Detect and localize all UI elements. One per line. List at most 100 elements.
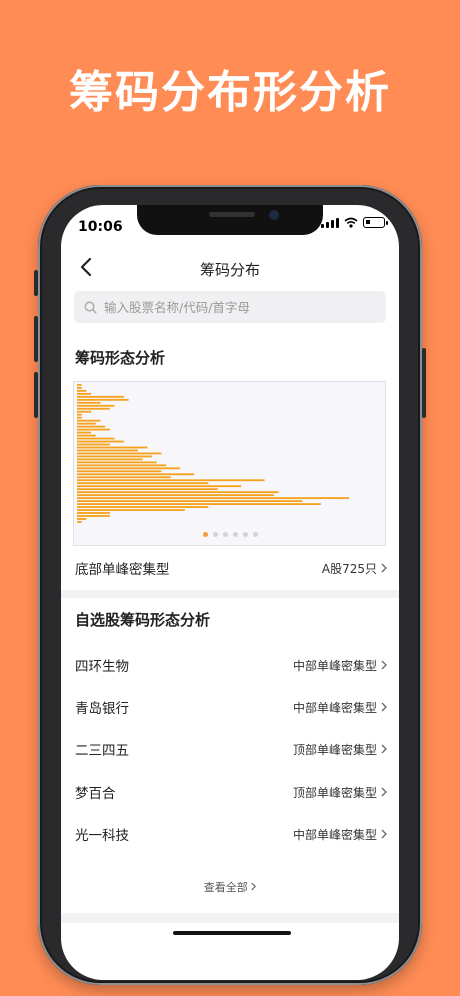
chip-bar: [77, 488, 218, 491]
chip-bar: [77, 500, 303, 503]
headline: 筹码分布形分析: [69, 67, 391, 118]
volume-down-button: [34, 372, 38, 418]
pattern-count-text: A股725只: [321, 561, 377, 576]
watchlist-row[interactable]: 梦百合 顶部单峰密集型: [75, 780, 387, 804]
chip-bar: [77, 467, 181, 470]
home-indicator[interactable]: [173, 931, 291, 935]
chip-bar: [77, 449, 138, 452]
chip-bar: [77, 470, 162, 473]
chip-bar: [77, 515, 110, 517]
chip-bar: [77, 419, 101, 422]
chip-bar: [77, 425, 106, 428]
chip-bar: [77, 443, 110, 446]
notch: [137, 205, 323, 235]
signal-icon: [321, 217, 339, 228]
page-dot[interactable]: [203, 532, 208, 537]
stock-pattern-text: 顶部单峰密集型: [292, 742, 377, 757]
watchlist-row[interactable]: 二三四五 顶部单峰密集型: [75, 737, 387, 761]
stock-pattern-text: 中部单峰密集型: [292, 658, 377, 673]
battery-fill: [366, 220, 370, 224]
watchlist-row[interactable]: 光一科技 中部单峰密集型: [75, 822, 387, 846]
chip-distribution-chart[interactable]: [73, 381, 386, 546]
chip-bar: [77, 404, 115, 407]
chip-bar: [77, 482, 209, 485]
chip-bar: [77, 416, 82, 419]
search-bar[interactable]: [74, 291, 386, 323]
search-input[interactable]: [104, 299, 364, 315]
chip-bar: [77, 494, 274, 497]
chip-bar: [77, 521, 82, 523]
front-camera: [269, 210, 279, 220]
chip-bar: [77, 407, 110, 410]
chip-bar: [77, 440, 124, 443]
stock-pattern: 顶部单峰密集型: [293, 784, 387, 801]
volume-up-button: [34, 316, 38, 362]
nav-bar: 筹码分布: [61, 249, 399, 289]
see-all-link[interactable]: 查看全部: [61, 879, 399, 895]
chip-bar: [77, 401, 101, 404]
chip-bar: [77, 518, 87, 520]
pattern-summary-row[interactable]: 底部单峰密集型 A股725只: [75, 556, 387, 580]
speaker-grille: [209, 212, 255, 217]
stock-name: 四环生物: [75, 659, 129, 675]
chip-bar: [77, 437, 115, 440]
page-title: 筹码分布: [199, 261, 260, 279]
chip-bar: [77, 509, 185, 511]
wifi-icon: [344, 217, 358, 228]
stock-pattern: 中部单峰密集型: [293, 826, 387, 843]
chip-bar: [77, 446, 148, 449]
chip-bar: [77, 395, 124, 398]
chip-bar: [77, 386, 82, 389]
stock-pattern: 中部单峰密集型: [293, 657, 387, 674]
chevron-right-icon: [381, 829, 387, 839]
chip-bar: [77, 410, 92, 413]
pattern-count: A股725只: [322, 560, 387, 577]
chip-bar: [77, 485, 242, 488]
section-divider: [61, 590, 399, 598]
chip-bar: [77, 455, 153, 458]
section-title-chip-pattern: 筹码形态分析: [75, 349, 166, 367]
chip-bar: [77, 473, 195, 476]
chip-bar: [77, 431, 92, 434]
chip-bar: [77, 398, 129, 401]
stock-name: 梦百合: [75, 786, 116, 802]
chip-bar: [77, 461, 157, 464]
chip-bar: [77, 479, 265, 482]
chevron-right-icon: [381, 563, 387, 573]
stock-pattern: 中部单峰密集型: [293, 699, 387, 716]
chip-bar: [77, 476, 171, 479]
chip-bar: [77, 464, 167, 467]
page-dot[interactable]: [223, 532, 228, 537]
power-button: [422, 348, 426, 418]
status-icons: [321, 217, 388, 228]
chip-bar: [77, 428, 110, 431]
page-dot[interactable]: [213, 532, 218, 537]
chip-bar: [77, 422, 96, 425]
section-title-watchlist: 自选股筹码形态分析: [75, 611, 211, 629]
page-dot[interactable]: [243, 532, 248, 537]
watchlist-row[interactable]: 四环生物 中部单峰密集型: [75, 653, 387, 677]
page-dot[interactable]: [233, 532, 238, 537]
status-time: 10:06: [78, 219, 123, 235]
stock-pattern-text: 中部单峰密集型: [292, 700, 377, 715]
see-all-label: 查看全部: [203, 881, 248, 894]
chip-bar: [77, 392, 92, 395]
stock-pattern-text: 中部单峰密集型: [292, 827, 377, 842]
chip-bar: [77, 458, 143, 461]
chevron-right-icon: [381, 702, 387, 712]
battery-icon: [363, 217, 388, 228]
stock-pattern-text: 顶部单峰密集型: [292, 785, 377, 800]
watchlist-row[interactable]: 青岛银行 中部单峰密集型: [75, 695, 387, 719]
pattern-label: 底部单峰密集型: [75, 562, 170, 578]
chevron-right-icon: [381, 787, 387, 797]
silent-switch: [34, 270, 38, 296]
chip-bar: [77, 434, 96, 437]
chip-bar: [77, 512, 110, 514]
chevron-right-icon: [251, 882, 257, 891]
chip-bar: [77, 413, 82, 416]
chip-bar: [77, 384, 82, 386]
app-screen: 10:06 筹码分布 筹码形态分析 底部单峰密集型 A股725只: [61, 205, 399, 980]
chip-bar: [77, 503, 321, 505]
stock-name: 二三四五: [75, 743, 129, 759]
page-dot[interactable]: [253, 532, 258, 537]
